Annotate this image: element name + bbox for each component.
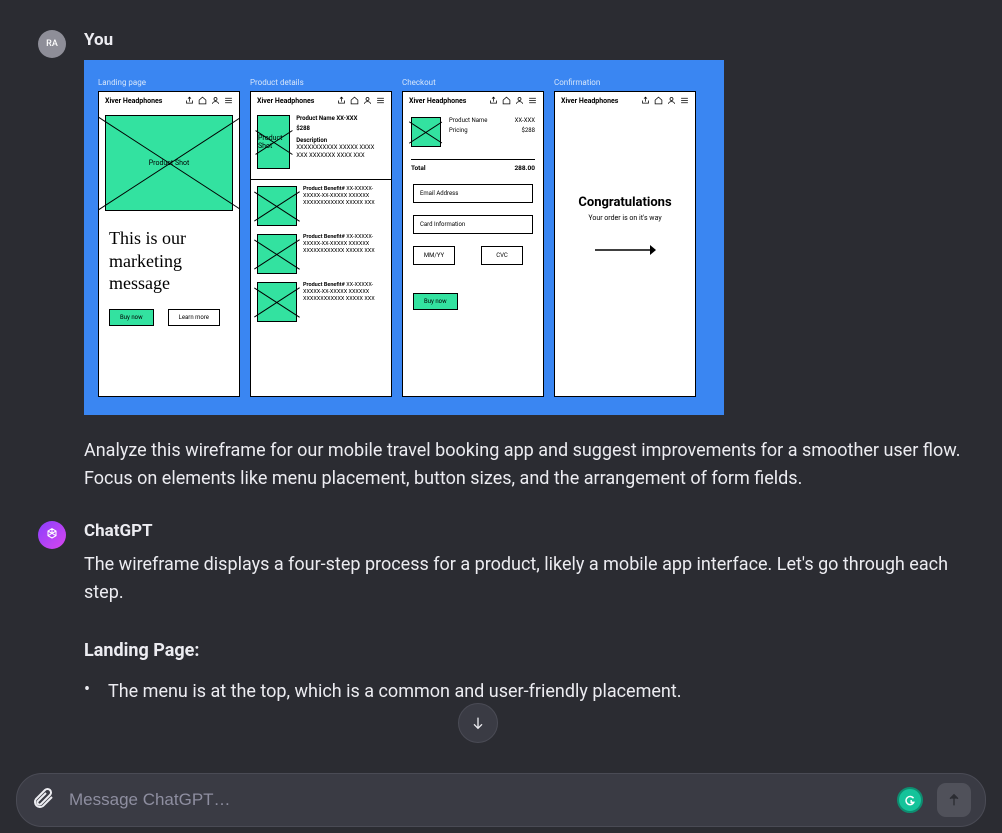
wf-label-confirm: Confirmation: [554, 78, 696, 87]
wf-brand: Xiver Headphones: [561, 97, 618, 105]
arrow-down-icon: [470, 715, 486, 731]
wf-co-name-value: XX-XXX: [515, 117, 535, 124]
wf-screen-confirm: Xiver Headphones Congratulations Your or…: [554, 91, 696, 397]
share-icon: [185, 96, 194, 105]
user-icon: [211, 96, 220, 105]
message-input[interactable]: [69, 790, 883, 810]
wf-buy-now-button: Buy now: [109, 309, 154, 326]
composer: [16, 773, 986, 827]
home-icon: [502, 96, 511, 105]
assistant-message: ChatGPT The wireframe displays a four-st…: [38, 521, 964, 707]
wf-product-shot-caption: Product Shot: [258, 116, 289, 168]
wf-topbar-icons: [489, 96, 537, 105]
wf-topbar-icons: [337, 96, 385, 105]
home-icon: [198, 96, 207, 105]
menu-icon: [376, 96, 385, 105]
wf-co-name-label: Product Name: [449, 117, 487, 124]
wf-brand: Xiver Headphones: [105, 97, 162, 105]
user-icon: [363, 96, 372, 105]
paperclip-icon: [31, 786, 55, 810]
wf-hero-placeholder: Product Shot: [105, 115, 233, 211]
wf-card-field: Card Information: [413, 215, 533, 234]
user-icon: [515, 96, 524, 105]
wf-topbar-icons: [185, 96, 233, 105]
wf-marketing-message: This is our marketing message: [99, 211, 239, 295]
attach-button[interactable]: [31, 786, 55, 814]
scroll-to-bottom-button[interactable]: [458, 703, 498, 743]
wf-hero-caption: Product Shot: [106, 116, 232, 210]
send-button[interactable]: [937, 783, 971, 817]
grammarly-icon: [903, 793, 917, 807]
user-prompt-text: Analyze this wireframe for our mobile tr…: [84, 437, 964, 493]
menu-icon: [680, 96, 689, 105]
arrow-right-icon: [555, 244, 695, 256]
menu-icon: [528, 96, 537, 105]
wf-co-total-value: 288.00: [514, 164, 535, 172]
wf-benefit-label: Product Benefit#: [303, 282, 345, 288]
arrow-up-icon: [946, 792, 962, 808]
grammarly-badge[interactable]: [897, 787, 923, 813]
share-icon: [337, 96, 346, 105]
wf-benefit-label: Product Benefit#: [303, 234, 345, 240]
assistant-intro: The wireframe displays a four-step proce…: [84, 551, 964, 607]
wf-desc-label: Description: [296, 137, 327, 144]
wf-screen-checkout: Xiver Headphones Product NameX: [402, 91, 544, 397]
assistant-section-heading: Landing Page:: [84, 637, 964, 665]
menu-icon: [224, 96, 233, 105]
share-icon: [489, 96, 498, 105]
user-message: RA You Landing page Xiver Headphones: [38, 30, 964, 493]
wf-product-name-value: XX-XXX: [336, 115, 357, 122]
wf-checkout-thumb: [411, 117, 441, 147]
assistant-avatar: [38, 521, 66, 549]
attached-wireframe[interactable]: Landing page Xiver Headphones: [84, 60, 724, 415]
wf-benefit-thumb: [257, 234, 297, 274]
wf-brand: Xiver Headphones: [409, 97, 466, 105]
wf-screen-landing: Xiver Headphones Product Shot This is: [98, 91, 240, 397]
wf-screen-product: Xiver Headphones Product Shot: [250, 91, 392, 397]
wf-brand: Xiver Headphones: [257, 97, 314, 105]
wf-email-field: Email Address: [413, 184, 533, 203]
home-icon: [350, 96, 359, 105]
user-icon: [667, 96, 676, 105]
wf-co-price-label: Pricing: [449, 127, 468, 134]
wf-benefit-label: Product Benefit#: [303, 186, 345, 192]
wf-benefit-thumb: [257, 282, 297, 322]
wf-benefit-thumb: [257, 186, 297, 226]
assistant-bullet: The menu is at the top, which is a commo…: [84, 678, 964, 706]
assistant-sender-label: ChatGPT: [84, 521, 964, 541]
wf-desc-body: XXXXXXXXXXX XXXXX XXXX XXX XXXXXXX XXXX …: [296, 144, 374, 159]
openai-logo-icon: [44, 527, 60, 543]
wf-topbar-icons: [641, 96, 689, 105]
wf-co-total-label: Total: [411, 164, 426, 172]
wf-confirm-title: Congratulations: [555, 195, 695, 210]
wf-product-price: $288: [296, 125, 385, 133]
wf-product-shot: Product Shot: [257, 115, 290, 169]
wf-co-price-value: $288: [522, 127, 536, 134]
wf-cvc-field: CVC: [481, 246, 523, 265]
share-icon: [641, 96, 650, 105]
wf-label-landing: Landing page: [98, 78, 240, 87]
wf-checkout-buy-button: Buy now: [413, 293, 458, 310]
user-avatar: RA: [38, 30, 66, 58]
user-sender-label: You: [84, 30, 964, 50]
wf-exp-field: MM/YY: [413, 246, 455, 265]
wf-label-product: Product details: [250, 78, 392, 87]
home-icon: [654, 96, 663, 105]
wf-confirm-subtitle: Your order is on it's way: [555, 214, 695, 222]
wf-product-name-label: Product Name: [296, 115, 335, 122]
wf-learn-more-button: Learn more: [168, 309, 220, 326]
wf-label-checkout: Checkout: [402, 78, 544, 87]
